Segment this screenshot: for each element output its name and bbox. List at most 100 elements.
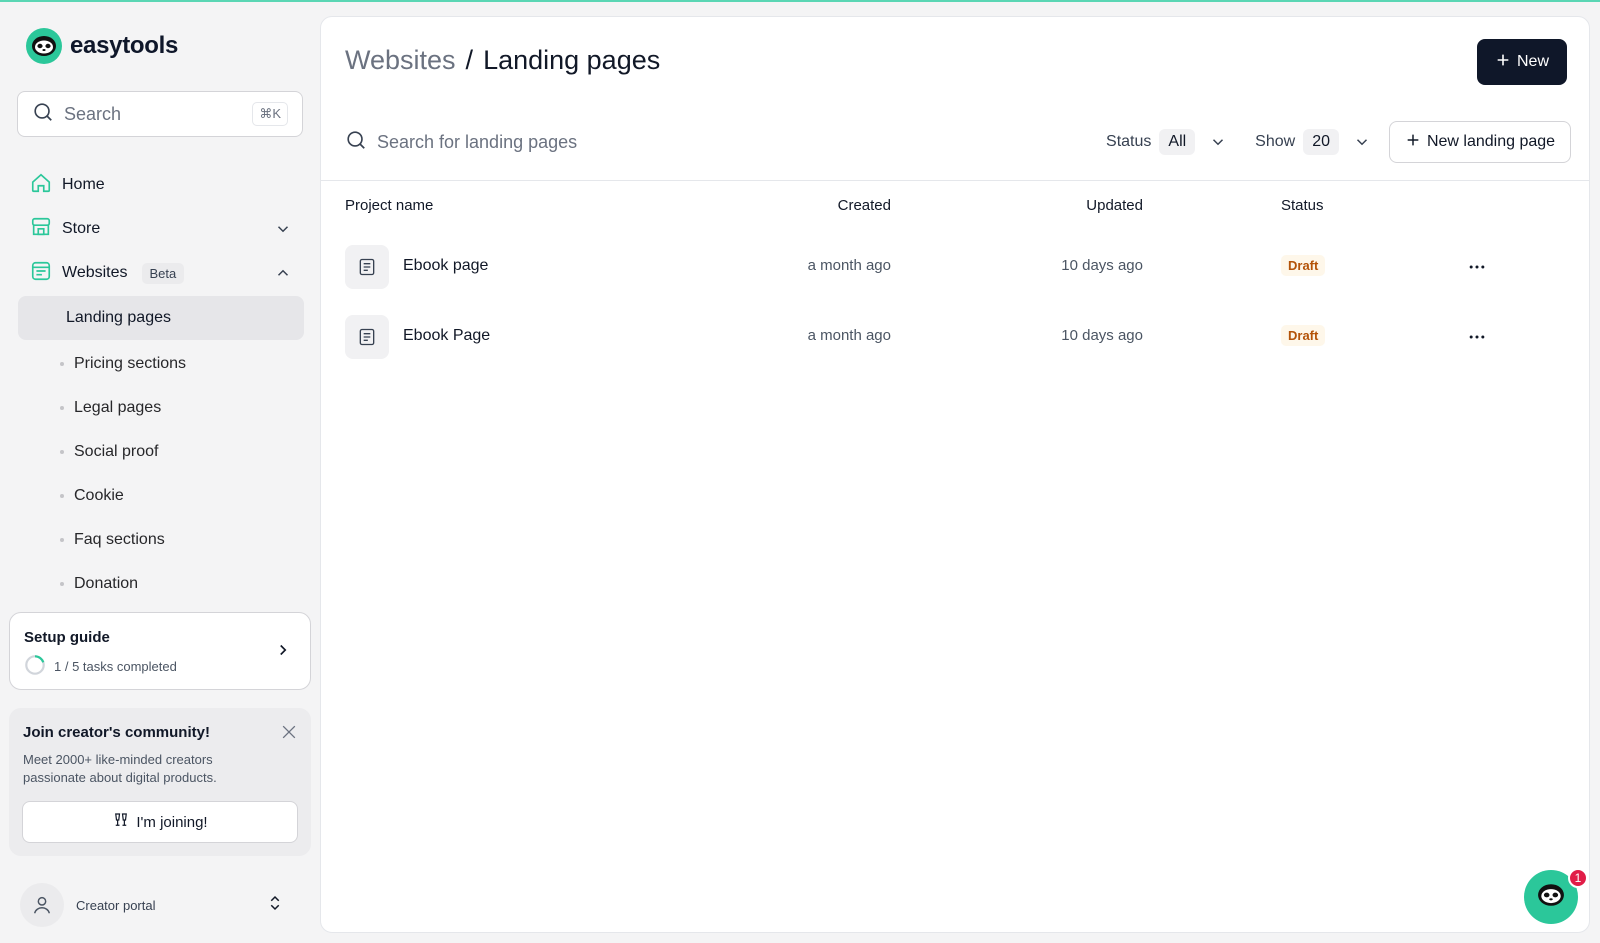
more-options-icon[interactable]: [1467, 327, 1487, 352]
page-document-icon: [345, 245, 389, 289]
table-row[interactable]: Ebook Page a month ago 10 days ago Draft: [321, 307, 1589, 367]
bullet-dot: [60, 538, 64, 542]
brand-name: easytools: [70, 32, 179, 59]
join-community-button[interactable]: I'm joining!: [22, 801, 298, 843]
new-button-label: New: [1516, 53, 1549, 70]
landing-pages-search[interactable]: Search for landing pages: [345, 129, 1106, 156]
breadcrumb-separator: /: [465, 45, 474, 75]
page-title: Landing pages: [483, 45, 661, 75]
main-panel: Websites / Landing pages New Search for …: [320, 16, 1590, 933]
search-placeholder: Search: [64, 103, 122, 124]
column-header-created[interactable]: Created: [838, 197, 891, 214]
row-project-name[interactable]: Ebook Page: [403, 327, 490, 345]
setup-guide-card[interactable]: Setup guide 1 / 5 tasks completed: [9, 612, 311, 690]
plus-icon: [1495, 52, 1511, 73]
sidebar-subitem-label: Donation: [74, 575, 139, 592]
status-filter-value: All: [1159, 129, 1196, 155]
cheers-icon: [112, 811, 130, 833]
sidebar-subitem-label: Cookie: [74, 487, 124, 504]
progress-ring-icon: [24, 654, 46, 679]
community-card: Join creator's community! Meet 2000+ lik…: [9, 708, 311, 856]
sidebar-subitem-label: Legal pages: [74, 399, 162, 416]
bullet-dot: [60, 362, 64, 366]
sidebar-subitem-donation[interactable]: Donation: [60, 575, 138, 593]
table-row[interactable]: Ebook page a month ago 10 days ago Draft: [321, 237, 1589, 297]
user-avatar-icon: [20, 883, 64, 927]
sidebar-item-label: Home: [62, 176, 105, 193]
sidebar-subitem-label: Pricing sections: [74, 355, 187, 372]
status-filter[interactable]: Status All: [1106, 129, 1227, 155]
breadcrumb: Websites / Landing pages: [345, 45, 660, 76]
setup-guide-title: Setup guide: [24, 629, 110, 646]
chat-unread-badge: 1: [1568, 868, 1588, 888]
search-placeholder: Search for landing pages: [377, 131, 578, 152]
creator-portal-label: Creator portal: [76, 897, 156, 913]
chevron-down-icon: [1353, 133, 1371, 151]
row-created: a month ago: [807, 257, 891, 274]
status-filter-label: Status: [1106, 133, 1152, 150]
page-document-icon: [345, 315, 389, 359]
community-description: Meet 2000+ like-minded creators passiona…: [23, 752, 217, 785]
sidebar-subitem-faq-sections[interactable]: Faq sections: [60, 531, 165, 549]
status-badge: Draft: [1281, 325, 1326, 346]
show-filter[interactable]: Show 20: [1255, 129, 1371, 155]
row-project-name[interactable]: Ebook page: [403, 257, 488, 275]
sidebar-item-store[interactable]: Store: [18, 208, 304, 250]
sloth-logo-icon: [26, 28, 62, 64]
sidebar-subitem-label: Landing pages: [66, 309, 171, 326]
sidebar-subitem-legal-pages[interactable]: Legal pages: [60, 399, 161, 417]
websites-icon: [30, 260, 52, 287]
column-header-status[interactable]: Status: [1281, 197, 1324, 214]
bullet-dot: [60, 450, 64, 454]
brand-logo[interactable]: easytools: [26, 28, 178, 64]
new-button[interactable]: New: [1477, 39, 1567, 85]
sidebar-subitem-pricing-sections[interactable]: Pricing sections: [60, 355, 186, 373]
search-icon: [32, 101, 54, 128]
row-updated: 10 days ago: [1061, 257, 1143, 274]
bullet-dot: [60, 494, 64, 498]
more-options-icon[interactable]: [1467, 257, 1487, 282]
row-created: a month ago: [807, 327, 891, 344]
chevron-up-icon[interactable]: [274, 264, 292, 282]
community-title: Join creator's community!: [23, 724, 210, 741]
sloth-chat-icon: [1537, 883, 1565, 912]
chevron-down-icon: [1209, 133, 1227, 151]
sidebar-item-websites[interactable]: Websites Beta: [18, 252, 304, 294]
column-header-project-name[interactable]: Project name: [345, 197, 433, 214]
breadcrumb-parent[interactable]: Websites: [345, 45, 456, 76]
join-community-label: I'm joining!: [136, 813, 208, 831]
sidebar-subitem-cookie[interactable]: Cookie: [60, 487, 124, 505]
home-icon: [30, 172, 52, 199]
store-icon: [30, 216, 52, 243]
sidebar-item-label: Websites: [62, 264, 128, 281]
show-filter-value: 20: [1303, 129, 1339, 155]
status-badge: Draft: [1281, 255, 1326, 276]
toolbar: Search for landing pages Status All Show…: [345, 121, 1571, 163]
sidebar-subitem-social-proof[interactable]: Social proof: [60, 443, 159, 461]
new-landing-page-button[interactable]: New landing page: [1389, 121, 1571, 163]
plus-icon: [1405, 132, 1421, 153]
chevron-up-down-icon: [266, 894, 284, 917]
sidebar-item-label: Store: [62, 220, 101, 237]
sidebar: easytools Search ⌘K Home Store Websites …: [0, 2, 320, 943]
row-updated: 10 days ago: [1061, 327, 1143, 344]
sidebar-item-home[interactable]: Home: [18, 164, 304, 206]
sidebar-subitem-label: Faq sections: [74, 531, 165, 548]
sidebar-search[interactable]: Search ⌘K: [17, 91, 303, 137]
creator-portal-switcher[interactable]: Creator portal: [18, 881, 304, 929]
bullet-dot: [60, 582, 64, 586]
new-landing-page-label: New landing page: [1426, 133, 1556, 150]
search-shortcut: ⌘K: [252, 102, 288, 126]
sidebar-subitem-label: Social proof: [74, 443, 159, 460]
chevron-down-icon[interactable]: [274, 220, 292, 238]
setup-guide-progress: 1 / 5 tasks completed: [54, 659, 177, 674]
bullet-dot: [60, 406, 64, 410]
column-header-updated[interactable]: Updated: [1086, 197, 1143, 214]
search-icon: [345, 129, 367, 156]
beta-badge: Beta: [141, 262, 185, 284]
sidebar-subitem-landing-pages[interactable]: Landing pages: [18, 296, 304, 340]
chevron-right-icon: [274, 641, 292, 664]
show-filter-label: Show: [1255, 133, 1296, 150]
close-icon[interactable]: [279, 722, 299, 747]
table-divider: [321, 180, 1589, 181]
